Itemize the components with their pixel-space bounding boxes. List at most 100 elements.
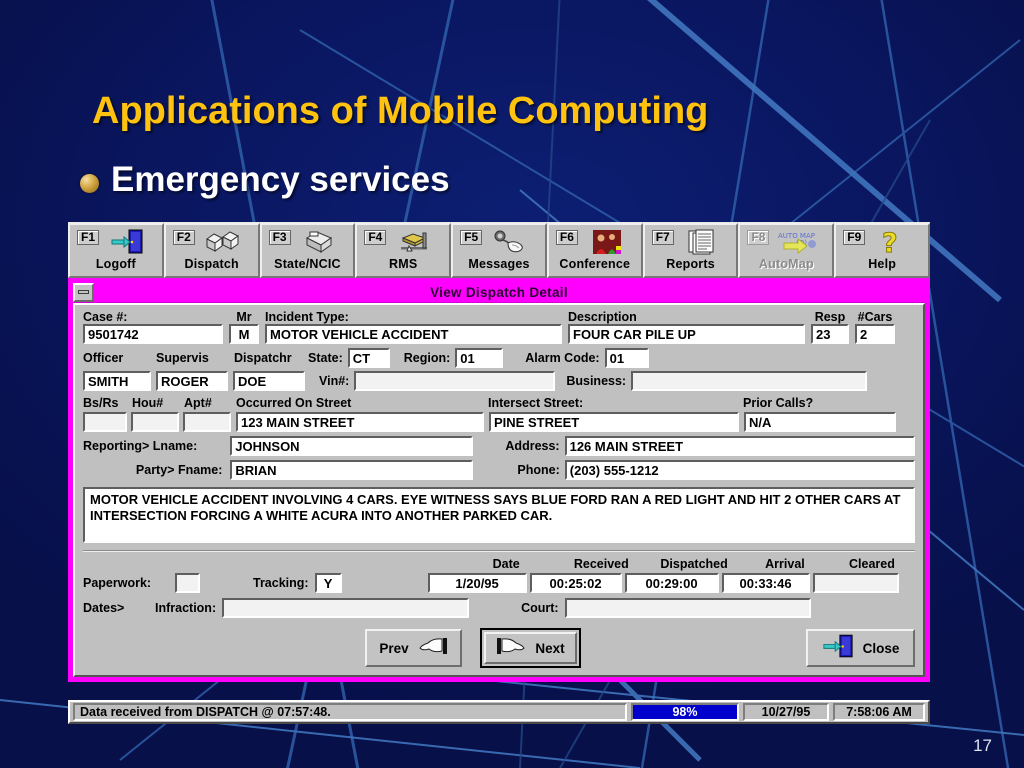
toolbar-button-conference[interactable]: F6 Conference	[546, 223, 643, 278]
field-phone[interactable]: (203) 555-1212	[564, 460, 915, 480]
dialog-title: View Dispatch Detail	[430, 284, 568, 300]
field-prior-calls[interactable]: N/A	[744, 412, 896, 432]
close-button-label: Close	[862, 640, 900, 656]
field-dispatched[interactable]: 00:29:00	[624, 573, 719, 593]
label-arrival: Arrival	[765, 557, 805, 571]
field-house-number[interactable]	[131, 412, 179, 432]
label-num-cars: #Cars	[857, 310, 893, 324]
field-business[interactable]	[631, 371, 868, 391]
toolbar-button-logoff[interactable]: F1 Logoff	[68, 223, 164, 278]
toolbar-button-messages[interactable]: F5 Messages	[451, 223, 547, 278]
field-resp[interactable]: 23	[811, 324, 849, 344]
label-court: Court:	[521, 601, 559, 615]
field-region[interactable]: 01	[455, 348, 504, 368]
label-business: Business:	[566, 374, 627, 388]
field-narrative[interactable]: MOTOR VEHICLE ACCIDENT INVOLVING 4 CARS.…	[83, 487, 915, 543]
status-time: 7:58:06 AM	[833, 703, 925, 721]
label-dates-prefix: Dates>	[83, 601, 125, 615]
label-bs-rs: Bs/Rs	[83, 396, 119, 410]
toolbar-button-help[interactable]: F9 ? Help	[834, 223, 931, 278]
field-alarm-code[interactable]: 01	[604, 348, 649, 368]
close-button[interactable]: Close	[805, 629, 915, 667]
hand-point-right-icon	[496, 637, 526, 660]
label-occurred-street: Occurred On Street	[236, 396, 352, 410]
toolbar-label-dispatch: Dispatch	[184, 257, 239, 271]
label-address: Address:	[505, 439, 560, 453]
label-officer: Officer	[83, 351, 124, 365]
toolbar-button-dispatch[interactable]: F2 Dispatch	[163, 223, 260, 278]
label-incident-type: Incident Type:	[265, 310, 349, 324]
hand-point-left-icon	[418, 637, 448, 660]
view-dispatch-detail-dialog: View Dispatch Detail Case #: 9501742 Mr …	[68, 278, 930, 682]
field-num-cars[interactable]: 2	[855, 324, 895, 344]
field-state[interactable]: CT	[347, 348, 390, 368]
field-bs-rs[interactable]	[83, 412, 127, 432]
bullet-item: Emergency services	[80, 160, 450, 200]
field-incident-type[interactable]: MOTOR VEHICLE ACCIDENT	[265, 324, 562, 344]
field-officer[interactable]: SMITH	[83, 371, 151, 391]
field-vin[interactable]	[354, 371, 556, 391]
field-received[interactable]: 00:25:02	[529, 573, 622, 593]
field-paperwork[interactable]	[175, 573, 200, 593]
label-case-number: Case #:	[83, 310, 128, 324]
label-state: State:	[308, 351, 343, 365]
fkey-f2-label: F2	[172, 230, 195, 245]
field-reporting-lname[interactable]: JOHNSON	[230, 436, 474, 456]
status-message: Data received from DISPATCH @ 07:57:48.	[73, 703, 627, 721]
label-tracking: Tracking:	[253, 576, 309, 590]
bullet-sphere-icon	[80, 173, 99, 193]
toolbar-button-rms[interactable]: F4 RMS	[355, 223, 452, 278]
fkey-f4-label: F4	[364, 230, 387, 245]
label-date: Date	[492, 557, 520, 571]
toolbar-button-state-ncic[interactable]: F3 State/NCIC	[259, 223, 356, 278]
field-cleared[interactable]	[812, 573, 899, 593]
fkey-f1-label: F1	[77, 230, 100, 245]
status-bar: Data received from DISPATCH @ 07:57:48. …	[68, 700, 930, 724]
label-intersect-street: Intersect Street:	[488, 396, 584, 410]
label-mr: Mr	[236, 310, 252, 324]
field-address[interactable]: 126 MAIN STREET	[564, 436, 915, 456]
prev-button[interactable]: Prev	[365, 629, 462, 667]
dialog-title-bar: View Dispatch Detail	[73, 282, 925, 303]
field-mr[interactable]: M	[229, 324, 259, 344]
fkey-f3-label: F3	[268, 230, 291, 245]
field-apt-number[interactable]	[183, 412, 231, 432]
label-description: Description	[568, 310, 637, 324]
toolbar-button-reports[interactable]: F7 Reports	[642, 223, 739, 278]
field-arrival[interactable]: 00:33:46	[721, 573, 810, 593]
fkey-f6-label: F6	[555, 230, 578, 245]
field-infraction[interactable]	[222, 598, 470, 618]
label-received: Received	[573, 557, 629, 571]
page-title: Applications of Mobile Computing	[92, 90, 709, 132]
field-intersect-street[interactable]: PINE STREET	[489, 412, 739, 432]
field-court[interactable]	[564, 598, 811, 618]
label-paperwork: Paperwork:	[83, 576, 152, 590]
label-prior-calls: Prior Calls?	[743, 396, 814, 410]
status-date: 10/27/95	[743, 703, 829, 721]
field-case-number[interactable]: 9501742	[83, 324, 223, 344]
fkey-f9-label: F9	[843, 230, 866, 245]
label-phone: Phone:	[517, 463, 560, 477]
field-date[interactable]: 1/20/95	[427, 573, 527, 593]
function-key-toolbar: F1 Logoff F2 Dispatch F3 State/NCIC F4 R…	[68, 222, 931, 278]
dialog-button-row: Prev Next Close	[83, 627, 915, 669]
label-apt-number: Apt#	[184, 396, 212, 410]
field-party-fname[interactable]: BRIAN	[230, 460, 474, 480]
toolbar-button-automap[interactable]: F8 AUTO MAP (O) AutoMap	[738, 223, 835, 278]
slide-page-number: 17	[973, 736, 992, 755]
field-dispatcher[interactable]: DOE	[233, 371, 305, 391]
toolbar-label-logoff: Logoff	[95, 257, 136, 271]
label-region: Region:	[403, 351, 451, 365]
label-resp: Resp	[814, 310, 846, 324]
field-occurred-street[interactable]: 123 MAIN STREET	[236, 412, 484, 432]
field-description[interactable]: FOUR CAR PILE UP	[568, 324, 805, 344]
toolbar-label-state-ncic: State/NCIC	[274, 257, 341, 271]
label-infraction: Infraction:	[155, 601, 217, 615]
next-button-label: Next	[535, 640, 565, 656]
dispatch-application-window: F1 Logoff F2 Dispatch F3 State/NCIC F4 R…	[68, 222, 931, 682]
label-dispatcher: Dispatchr	[234, 351, 292, 365]
label-alarm-code: Alarm Code:	[525, 351, 600, 365]
next-button[interactable]: Next	[479, 628, 581, 668]
field-tracking[interactable]: Y	[314, 573, 342, 593]
field-supervisor[interactable]: ROGER	[156, 371, 228, 391]
